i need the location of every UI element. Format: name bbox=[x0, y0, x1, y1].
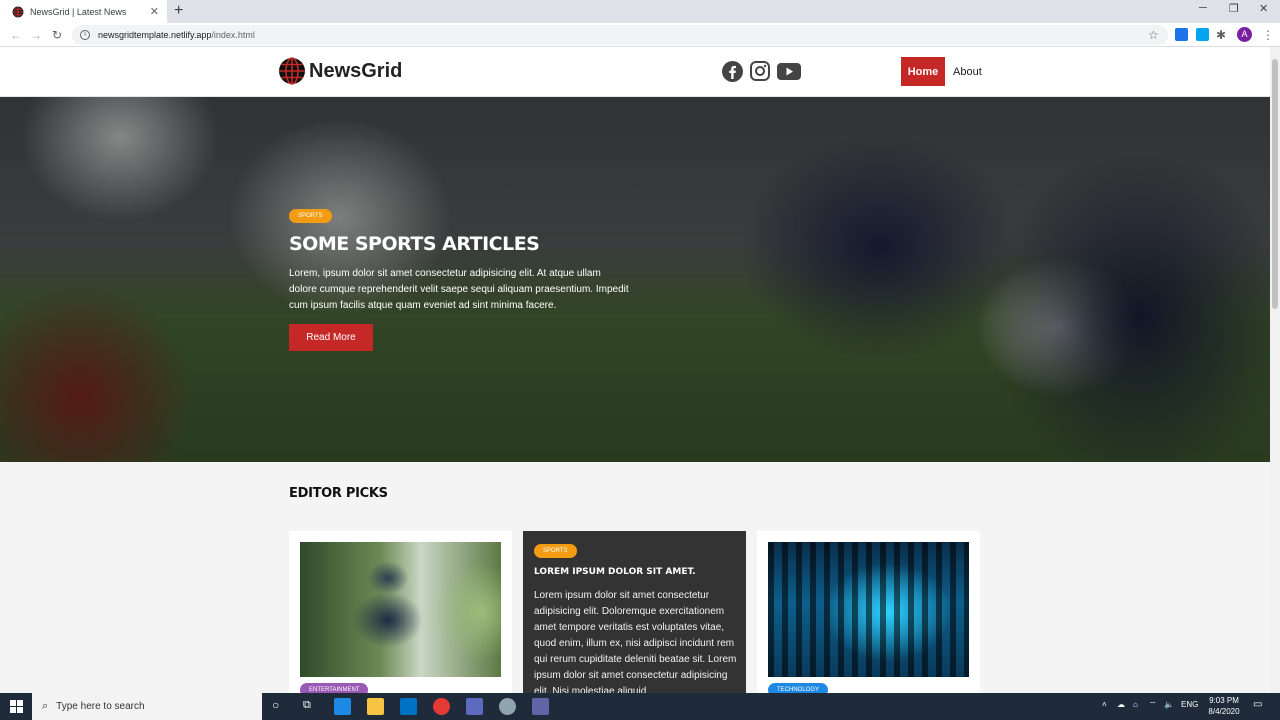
file-explorer-icon[interactable] bbox=[367, 698, 384, 715]
back-arrow-icon[interactable]: ← bbox=[10, 28, 22, 42]
site-info-icon[interactable]: i bbox=[80, 30, 90, 40]
hero-title: Some Sports Articles bbox=[289, 233, 540, 255]
scrollbar-thumb[interactable] bbox=[1272, 59, 1278, 309]
hero-showcase: Sports Some Sports Articles Lorem, ipsum… bbox=[0, 97, 1270, 462]
page-scrollbar[interactable] bbox=[1270, 47, 1280, 693]
bookmark-star-icon[interactable]: ☆ bbox=[1148, 28, 1159, 42]
tab-close-icon[interactable]: ✕ bbox=[150, 5, 159, 18]
onedrive-icon[interactable]: ☁ bbox=[1117, 700, 1125, 709]
browser-tab-bar: NewsGrid | Latest News ✕ + ─ ❐ ✕ bbox=[0, 0, 1280, 23]
extension-windows-icon[interactable] bbox=[1196, 28, 1209, 41]
url-path: /index.html bbox=[211, 30, 255, 40]
vr-headset-image bbox=[300, 542, 501, 677]
editor-pick-card[interactable]: Entertainment bbox=[289, 531, 512, 693]
globe-logo-icon bbox=[279, 57, 305, 85]
address-bar[interactable]: i newsgridtemplate.netlify.app/index.htm… bbox=[72, 25, 1168, 45]
teams-icon[interactable] bbox=[532, 698, 549, 715]
hero-category-badge[interactable]: Sports bbox=[289, 209, 332, 223]
youtube-icon[interactable] bbox=[777, 63, 801, 80]
show-hidden-icons-icon[interactable]: ˄ bbox=[1102, 700, 1107, 709]
wifi-icon[interactable]: ⌔ bbox=[1149, 700, 1157, 710]
server-rack-image bbox=[768, 542, 969, 677]
start-button[interactable] bbox=[0, 693, 32, 720]
new-tab-button[interactable]: + bbox=[174, 2, 183, 20]
profile-avatar[interactable]: A bbox=[1237, 27, 1252, 42]
extension-search-icon[interactable] bbox=[1175, 28, 1188, 41]
windows-taskbar: ⌕ Type here to search ○ ⧉ ˄ ☁ ⌂ ⌔ 🔈 ENG … bbox=[0, 693, 1280, 720]
outlook-icon[interactable] bbox=[400, 698, 417, 715]
network-icon[interactable]: ⌂ bbox=[1133, 700, 1138, 709]
taskbar-search-placeholder: Type here to search bbox=[56, 701, 145, 712]
nav-about-link[interactable]: About bbox=[953, 57, 982, 86]
reload-icon[interactable]: ↻ bbox=[52, 28, 62, 42]
card-title: Lorem ipsum dolor sit amet. bbox=[534, 567, 696, 577]
browser-toolbar: ← → ↻ i newsgridtemplate.netlify.app/ind… bbox=[0, 23, 1280, 47]
clock-date: 8/4/2020 bbox=[1208, 707, 1240, 716]
chrome-icon[interactable] bbox=[433, 698, 450, 715]
editor-pick-card[interactable]: Technology bbox=[757, 531, 980, 693]
editor-picks-title: Editor Picks bbox=[289, 486, 388, 501]
app-icon[interactable] bbox=[499, 698, 516, 715]
task-view-icon[interactable]: ⧉ bbox=[303, 699, 311, 712]
edge-icon[interactable] bbox=[334, 698, 351, 715]
cortana-icon[interactable]: ○ bbox=[272, 698, 279, 712]
category-badge[interactable]: Entertainment bbox=[300, 683, 369, 693]
newsgrid-favicon-icon bbox=[12, 6, 24, 17]
browser-tab[interactable]: NewsGrid | Latest News ✕ bbox=[0, 0, 167, 23]
nav-home-link[interactable]: Home bbox=[901, 57, 945, 86]
taskbar-search[interactable]: ⌕ Type here to search bbox=[32, 693, 262, 720]
instagram-icon[interactable] bbox=[750, 61, 770, 81]
close-window-icon[interactable]: ✕ bbox=[1259, 2, 1268, 15]
search-icon: ⌕ bbox=[42, 700, 49, 712]
language-indicator[interactable]: ENG bbox=[1181, 700, 1198, 709]
volume-icon[interactable]: 🔈 bbox=[1164, 700, 1174, 709]
app-icon[interactable] bbox=[466, 698, 483, 715]
card-text: Lorem ipsum dolor sit amet consectetur a… bbox=[534, 590, 737, 693]
notifications-icon[interactable]: ▭ bbox=[1253, 699, 1262, 710]
forward-arrow-icon[interactable]: → bbox=[30, 28, 42, 42]
editor-pick-card[interactable]: Sports Lorem ipsum dolor sit amet. Lorem… bbox=[523, 531, 746, 693]
extensions-puzzle-icon[interactable]: ✱ bbox=[1216, 28, 1226, 42]
browser-menu-icon[interactable]: ⋮ bbox=[1262, 28, 1274, 42]
url-host: newsgridtemplate.netlify.app bbox=[98, 30, 212, 40]
clock-time: 9:03 PM bbox=[1209, 696, 1239, 705]
facebook-icon[interactable] bbox=[722, 61, 743, 82]
minimize-window-icon[interactable]: ─ bbox=[1199, 2, 1207, 14]
hero-text: Lorem, ipsum dolor sit amet consectetur … bbox=[289, 268, 629, 311]
brand-name: NewsGrid bbox=[309, 59, 403, 82]
restore-window-icon[interactable]: ❐ bbox=[1229, 2, 1239, 15]
site-header: NewsGrid Home About bbox=[0, 47, 1270, 97]
site-logo[interactable]: NewsGrid bbox=[278, 57, 402, 85]
hero-background-image bbox=[0, 97, 1270, 462]
taskbar-clock[interactable]: 9:03 PM 8/4/2020 bbox=[1205, 695, 1243, 717]
read-more-button[interactable]: Read More bbox=[289, 324, 373, 351]
tab-title: NewsGrid | Latest News bbox=[30, 6, 127, 17]
category-badge[interactable]: Technology bbox=[768, 683, 829, 693]
category-badge[interactable]: Sports bbox=[534, 544, 577, 558]
windows-logo-icon bbox=[9, 700, 23, 713]
